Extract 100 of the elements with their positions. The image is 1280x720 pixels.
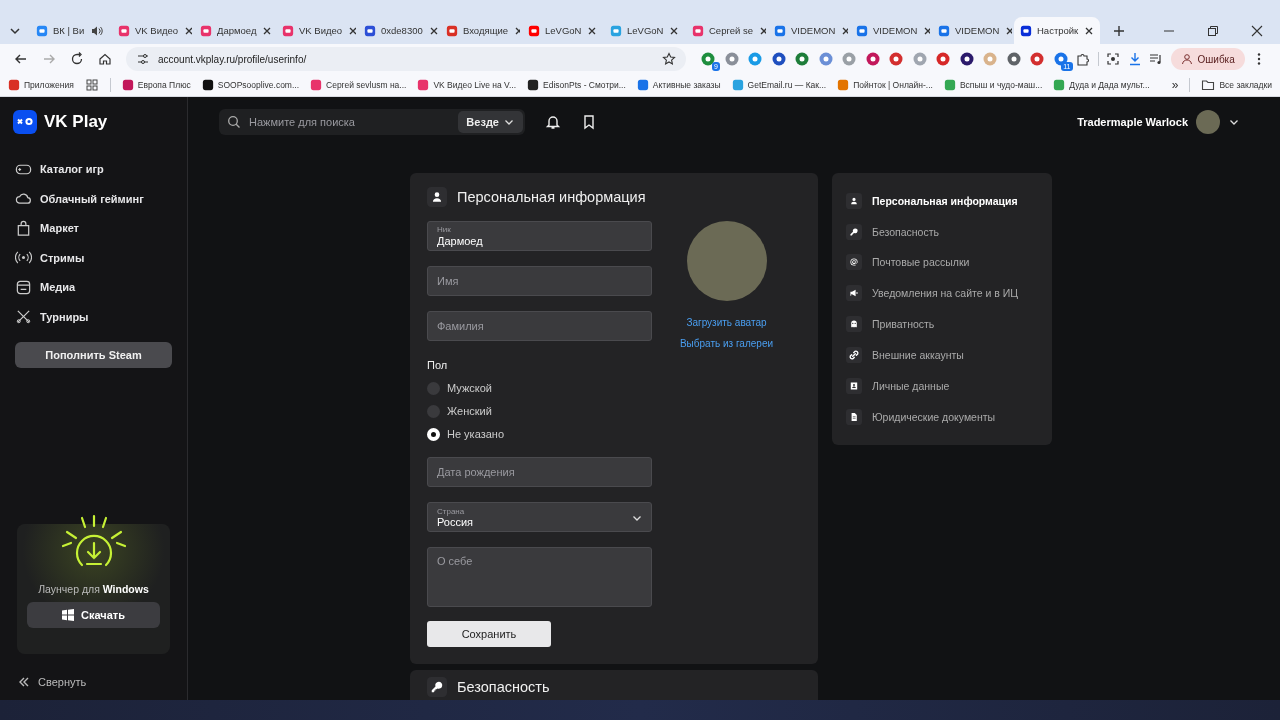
favicon-icon <box>364 24 376 37</box>
favicon-icon <box>636 79 649 91</box>
favicon-icon <box>938 24 950 37</box>
speaker-icon[interactable] <box>91 24 104 37</box>
launcher-caption: Лаунчер для Windows <box>38 583 149 595</box>
browser-tab[interactable]: ВК | Ви <box>30 17 110 44</box>
media-list-icon[interactable] <box>1149 52 1163 66</box>
bookmark[interactable]: EdisonPts - Смотри... <box>527 79 626 91</box>
radio-button[interactable] <box>427 381 440 395</box>
all-bookmarks-button[interactable]: Все закладки <box>1201 78 1272 92</box>
favicon-icon <box>527 79 540 91</box>
profile-error-button[interactable]: Ошибка <box>1170 48 1245 70</box>
user-menu[interactable]: Tradermaple Warlock <box>1077 110 1240 134</box>
favicon-icon <box>201 79 214 91</box>
settings-menu-item[interactable]: Приватность <box>846 314 1039 334</box>
browser-tab[interactable]: VIDEMON <box>932 17 1012 44</box>
gender-label: Пол <box>427 359 449 371</box>
bookmark[interactable]: Европа Плюс <box>121 79 191 91</box>
bookmark-icon[interactable] <box>581 114 597 130</box>
extension-icon[interactable] <box>770 51 787 67</box>
home-icon[interactable] <box>98 52 112 66</box>
close-icon[interactable] <box>1250 23 1264 38</box>
bag-icon <box>15 219 32 237</box>
radio-button[interactable] <box>427 404 440 418</box>
settings-menu-item[interactable]: Уведомления на сайте и в ИЦ <box>846 283 1039 304</box>
restore-icon[interactable] <box>1206 23 1220 38</box>
reload-icon[interactable] <box>70 52 84 66</box>
gender-radio-option[interactable]: Женский <box>427 403 652 419</box>
last-name-field[interactable]: Фамилия <box>427 311 652 341</box>
search-field[interactable]: Нажмите для поиска Везде <box>219 109 525 135</box>
radio-button[interactable] <box>427 427 440 441</box>
favicon-icon <box>610 24 622 37</box>
more-bookmarks-button[interactable]: » <box>1171 78 1179 92</box>
nav-item[interactable]: Турниры <box>15 307 172 326</box>
media-icon <box>15 278 32 296</box>
browser-tab[interactable]: Входящие <box>440 17 520 44</box>
address-bar[interactable]: account.vkplay.ru/profile/userinfo/ <box>126 47 686 71</box>
country-select[interactable]: Страна Россия <box>427 502 652 532</box>
back-arrow-icon[interactable] <box>14 52 28 66</box>
settings-menu-item[interactable]: Личные данные <box>846 376 1039 396</box>
gender-radio-option[interactable]: Мужской <box>427 380 652 396</box>
nav-item[interactable]: Стримы <box>15 248 172 267</box>
nav-item[interactable]: Каталог игр <box>15 160 172 178</box>
nav-item[interactable]: Маркет <box>15 219 172 237</box>
bookmark[interactable]: Пойнток | Онлайн-... <box>837 79 933 91</box>
screenshot-icon[interactable] <box>1106 52 1120 66</box>
site-settings-icon[interactable] <box>136 52 150 66</box>
top-up-steam-button[interactable]: Пополнить Steam <box>15 341 172 368</box>
avatar-link[interactable]: Выбрать из галереи <box>679 338 774 349</box>
download-icon[interactable] <box>1127 52 1142 66</box>
bookmark[interactable]: Дуда и Дада мульт... <box>1053 79 1150 91</box>
plus-icon[interactable] <box>1112 23 1126 38</box>
birth-date-field[interactable]: Дата рождения <box>427 457 652 487</box>
browser-tab[interactable]: Настройк <box>1014 17 1100 44</box>
favicon-icon <box>692 24 704 37</box>
logo-icon <box>13 110 37 134</box>
browser-tab[interactable]: LeVGoN <box>604 17 684 44</box>
star-icon[interactable] <box>662 52 676 66</box>
save-button[interactable]: Сохранить <box>427 621 551 647</box>
nav-item[interactable]: Облачный гейминг <box>15 189 172 208</box>
browser-tab[interactable]: LeVGoN <box>522 17 602 44</box>
browser-tab[interactable]: VIDEMON <box>768 17 848 44</box>
settings-menu-item[interactable]: Юридические документы <box>846 407 1039 427</box>
browser-tab[interactable]: Дармоед <box>194 17 274 44</box>
bookmark[interactable]: Сергей sevlusm на... <box>310 79 407 91</box>
settings-menu-item[interactable]: Безопасность <box>846 221 1039 242</box>
grid-icon[interactable] <box>84 78 99 92</box>
search-scope-dropdown[interactable]: Везде <box>458 111 523 133</box>
bookmark[interactable]: Вспыш и чудо-маш... <box>943 79 1043 91</box>
nav-item[interactable]: Медиа <box>15 278 172 296</box>
settings-menu-item[interactable]: Персональная информация <box>846 191 1039 211</box>
about-field[interactable]: О себе <box>427 547 652 607</box>
avatar-link[interactable]: Загрузить аватар <box>686 317 767 328</box>
settings-menu-item[interactable]: Почтовые рассылки <box>846 252 1039 273</box>
browser-tab[interactable]: Сергей se <box>686 17 766 44</box>
settings-menu-item[interactable]: Внешние аккаунты <box>846 345 1039 365</box>
bookmark[interactable]: VK Видео Live на V... <box>417 79 517 91</box>
puzzle-icon[interactable] <box>1076 52 1090 66</box>
first-name-field[interactable]: Имя <box>427 266 652 296</box>
field-label: Ник <box>437 225 451 234</box>
person-icon <box>846 192 862 209</box>
download-button[interactable]: Скачать <box>27 602 160 628</box>
browser-tab[interactable]: VIDEMON <box>850 17 930 44</box>
favicon-icon <box>943 79 956 91</box>
favicon-icon <box>36 24 48 37</box>
favicon-icon <box>417 79 430 91</box>
bookmark[interactable]: Активные заказы <box>636 79 721 91</box>
browser-tab[interactable]: VK Видео <box>112 17 192 44</box>
favicon-icon <box>118 24 130 37</box>
extension-icon[interactable] <box>958 51 975 67</box>
bell-icon[interactable] <box>545 114 561 130</box>
browser-tab[interactable]: VK Видео <box>276 17 356 44</box>
bookmark[interactable]: Приложения <box>8 79 74 91</box>
at-sign-icon <box>846 254 862 271</box>
bookmark[interactable]: GetEmail.ru — Как... <box>731 79 827 91</box>
collapse-button[interactable]: Свернуть <box>18 676 172 688</box>
extension-icon[interactable] <box>1005 51 1022 67</box>
browser-tab[interactable]: 0xde8300 <box>358 17 438 44</box>
gender-radio-option[interactable]: Не указано <box>427 426 652 442</box>
bookmark[interactable]: SOOPsooplive.com... <box>201 79 300 91</box>
